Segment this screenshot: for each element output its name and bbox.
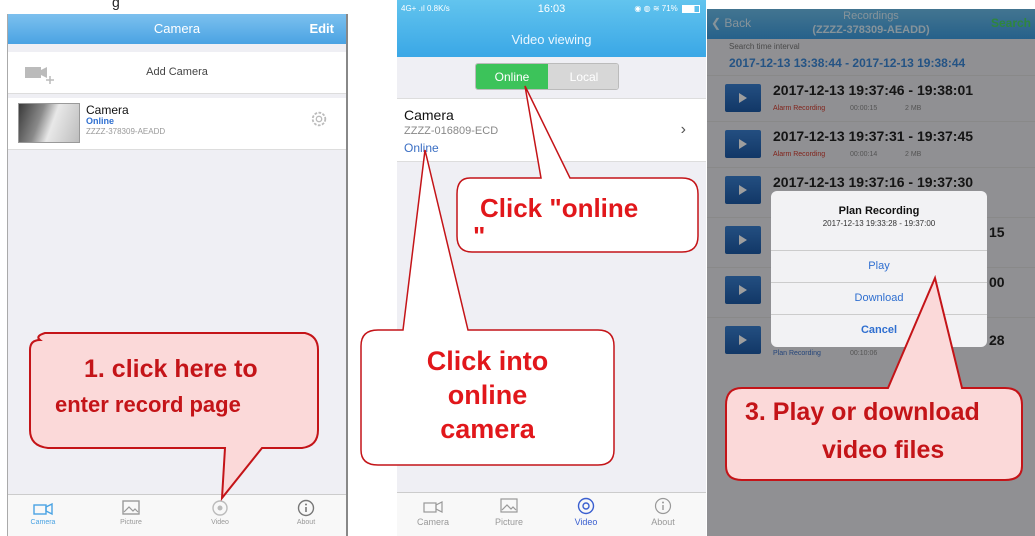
callout-text-into-a: Click into xyxy=(426,346,549,376)
tab-bar: Camera Picture Video About xyxy=(8,494,346,536)
add-camera-label: Add Camera xyxy=(146,66,208,78)
picture-icon xyxy=(500,498,518,513)
dialog-subtitle: 2017-12-13 19:33:28 - 19:37:00 xyxy=(822,219,936,228)
tab-online[interactable]: Online xyxy=(476,64,548,89)
cancel-button[interactable]: Cancel xyxy=(771,314,987,345)
tab-label: Picture xyxy=(120,519,142,526)
callout-text-3b: video files xyxy=(822,436,945,464)
callout-text-into-b: online xyxy=(447,380,528,410)
online-local-toggle: Online Local xyxy=(475,63,619,90)
tab-label: About xyxy=(651,517,675,527)
camera-id: ZZZZ-378309-AEADD xyxy=(86,127,166,136)
tab-label: Camera xyxy=(30,519,56,526)
camera-icon xyxy=(423,501,443,513)
wifi-icon: ◉ ◍ ≋ xyxy=(634,4,662,13)
tab-camera[interactable]: Camera xyxy=(403,497,463,527)
page-title: Video viewing xyxy=(511,32,592,47)
nav-bar: Camera Edit xyxy=(8,14,346,44)
camera-thumbnail xyxy=(18,103,80,143)
tab-about[interactable]: About xyxy=(276,499,336,526)
camera-id: ZZZZ-016809-ECD xyxy=(404,125,499,137)
tab-video[interactable]: Video xyxy=(556,497,616,527)
camera-list-item[interactable]: Camera Online ZZZZ-378309-AEADD xyxy=(8,98,346,150)
camera-status: Online xyxy=(404,141,439,155)
tab-label: About xyxy=(296,519,316,526)
nav-title: Camera xyxy=(153,21,201,36)
info-icon xyxy=(654,497,672,515)
tab-label: Video xyxy=(211,519,229,526)
camera-list-screen: Camera Edit Add Camera Camera Online ZZZ… xyxy=(7,14,348,536)
video-icon xyxy=(577,497,595,515)
chevron-right-icon: › xyxy=(680,121,686,138)
add-camera-row[interactable]: Add Camera xyxy=(8,52,346,94)
battery-status: ◉ ◍ ≋ 71% xyxy=(634,4,700,13)
header: 4G+ ‌.ıl 0.8K/s 16:03 ◉ ◍ ≋ 71% Video vi… xyxy=(397,0,706,57)
battery-icon xyxy=(682,4,700,13)
tab-local[interactable]: Local xyxy=(548,64,618,89)
cropped-heading-fragment: g xyxy=(112,0,120,10)
tab-picture[interactable]: Picture xyxy=(479,497,539,527)
tab-camera[interactable]: Camera xyxy=(13,499,73,526)
camera-status: Online xyxy=(86,116,115,126)
info-icon xyxy=(297,499,315,517)
status-bar: 4G+ ‌.ıl 0.8K/s 16:03 ◉ ◍ ≋ 71% xyxy=(397,0,706,18)
callout-text-online-b: " xyxy=(473,221,486,251)
gear-icon[interactable] xyxy=(310,110,328,128)
tab-video[interactable]: Video xyxy=(190,499,250,526)
callout-text-1a: 1. click here to xyxy=(84,355,258,383)
dialog-title: Plan Recording xyxy=(838,205,920,217)
callout-text-1b: enter record page xyxy=(55,392,241,417)
camera-name: Camera xyxy=(86,103,129,117)
tab-label: Picture xyxy=(494,517,523,527)
tab-about[interactable]: About xyxy=(633,497,693,527)
video-icon xyxy=(212,500,228,516)
tab-label: Video xyxy=(574,517,598,527)
download-button[interactable]: Download xyxy=(771,282,987,313)
plan-recording-dialog: Plan Recording 2017-12-13 19:33:28 - 19:… xyxy=(771,191,987,347)
callout-text-online-a: Click "online xyxy=(480,193,639,223)
camera-list-item[interactable]: Camera ZZZZ-016809-ECD Online › xyxy=(397,98,706,162)
tab-bar: Camera Picture Video About xyxy=(397,492,706,536)
camera-name: Camera xyxy=(404,107,454,123)
tab-label: Camera xyxy=(416,517,449,527)
tab-picture[interactable]: Picture xyxy=(101,499,161,526)
picture-icon xyxy=(122,500,140,515)
edit-button[interactable]: Edit xyxy=(309,21,334,36)
callout-text-3a: 3. Play or download xyxy=(745,398,980,426)
play-button[interactable]: Play xyxy=(771,250,987,281)
video-viewing-screen: 4G+ ‌.ıl 0.8K/s 16:03 ◉ ◍ ≋ 71% Video vi… xyxy=(397,0,706,536)
camera-icon xyxy=(33,502,53,516)
callout-text-into-c: camera xyxy=(440,414,535,444)
